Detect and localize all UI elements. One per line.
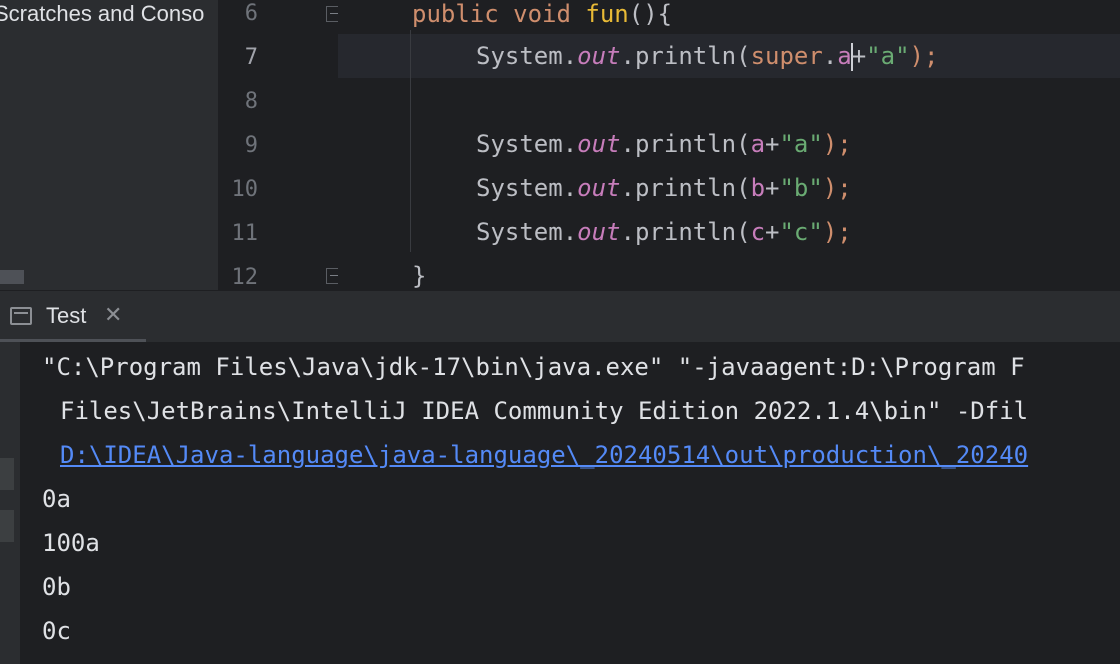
code-editor[interactable]: public void fun(){ System.out.println(su…: [338, 0, 1120, 290]
operator: +: [765, 130, 780, 158]
method-name: fun: [585, 0, 629, 28]
class-ref: System.: [476, 174, 578, 202]
keyword: public: [412, 0, 499, 28]
editor-gutter: 6 7 8 9 10 11 12: [218, 0, 342, 290]
console-line: 0c: [42, 617, 71, 645]
horizontal-scrollbar[interactable]: [0, 270, 24, 284]
variable-ref: b: [750, 174, 766, 202]
code-line-9: System.out.println(a+"a");: [476, 122, 852, 166]
variable-ref: a: [837, 42, 852, 70]
method-call: .println(: [620, 174, 751, 202]
line-number: 6: [244, 1, 258, 26]
field-ref: out: [577, 130, 621, 158]
run-console-icon: [10, 307, 32, 325]
rerun-icon[interactable]: [0, 458, 14, 490]
method-call: .println(: [620, 218, 751, 246]
code-line-7: System.out.println(super.a+"a");: [476, 34, 938, 78]
punctuation: .: [822, 42, 838, 70]
keyword: void: [513, 0, 571, 28]
string-literal: "a": [866, 42, 910, 70]
punctuation: );: [822, 174, 852, 202]
class-ref: System.: [476, 42, 578, 70]
closing-brace: }: [412, 262, 427, 290]
project-panel: Scratches and Conso: [0, 0, 218, 290]
line-number: 11: [231, 221, 259, 246]
console-toolbar: [0, 342, 20, 664]
classpath-link[interactable]: D:\IDEA\Java-language\java-language\_202…: [60, 433, 1028, 477]
field-ref: out: [577, 42, 621, 70]
close-icon[interactable]: ✕: [104, 303, 122, 328]
project-item-scratches[interactable]: Scratches and Conso: [0, 0, 204, 28]
variable-ref: a: [750, 130, 766, 158]
string-literal: "b": [779, 174, 823, 202]
punctuation: );: [909, 42, 939, 70]
console-line: 0b: [42, 573, 71, 601]
class-ref: System.: [476, 218, 578, 246]
method-call: .println(: [620, 42, 751, 70]
string-literal: "a": [779, 130, 823, 158]
string-literal: "c": [779, 218, 823, 246]
line-number: 9: [244, 133, 258, 158]
run-tool-window-header: Test ✕: [0, 290, 1120, 343]
console-line: "C:\Program Files\Java\jdk-17\bin\java.e…: [42, 353, 1025, 381]
console-line: Files\JetBrains\IntelliJ IDEA Community …: [60, 397, 1029, 425]
indent-guide: [410, 30, 411, 252]
punctuation: );: [822, 130, 852, 158]
code-line-11: System.out.println(c+"c");: [476, 210, 852, 254]
keyword: super: [750, 42, 823, 70]
operator: +: [765, 174, 780, 202]
punctuation: (){: [628, 0, 673, 28]
line-number: 7: [244, 45, 258, 70]
stop-icon[interactable]: [0, 510, 14, 542]
line-number: 8: [244, 89, 258, 114]
operator: +: [851, 42, 867, 70]
operator: +: [765, 218, 780, 246]
run-tab-label[interactable]: Test: [46, 303, 86, 329]
class-ref: System.: [476, 130, 578, 158]
field-ref: out: [577, 218, 621, 246]
console-line: 0a: [42, 485, 71, 513]
variable-ref: c: [750, 218, 766, 246]
method-call: .println(: [620, 130, 751, 158]
field-ref: out: [577, 174, 621, 202]
code-line-12: }: [412, 254, 426, 290]
code-line-6: public void fun(){: [412, 0, 672, 36]
console-output[interactable]: "C:\Program Files\Java\jdk-17\bin\java.e…: [20, 342, 1120, 664]
line-number: 10: [231, 177, 259, 202]
console-line: 100a: [42, 529, 100, 557]
punctuation: );: [822, 218, 852, 246]
code-line-10: System.out.println(b+"b");: [476, 166, 852, 210]
